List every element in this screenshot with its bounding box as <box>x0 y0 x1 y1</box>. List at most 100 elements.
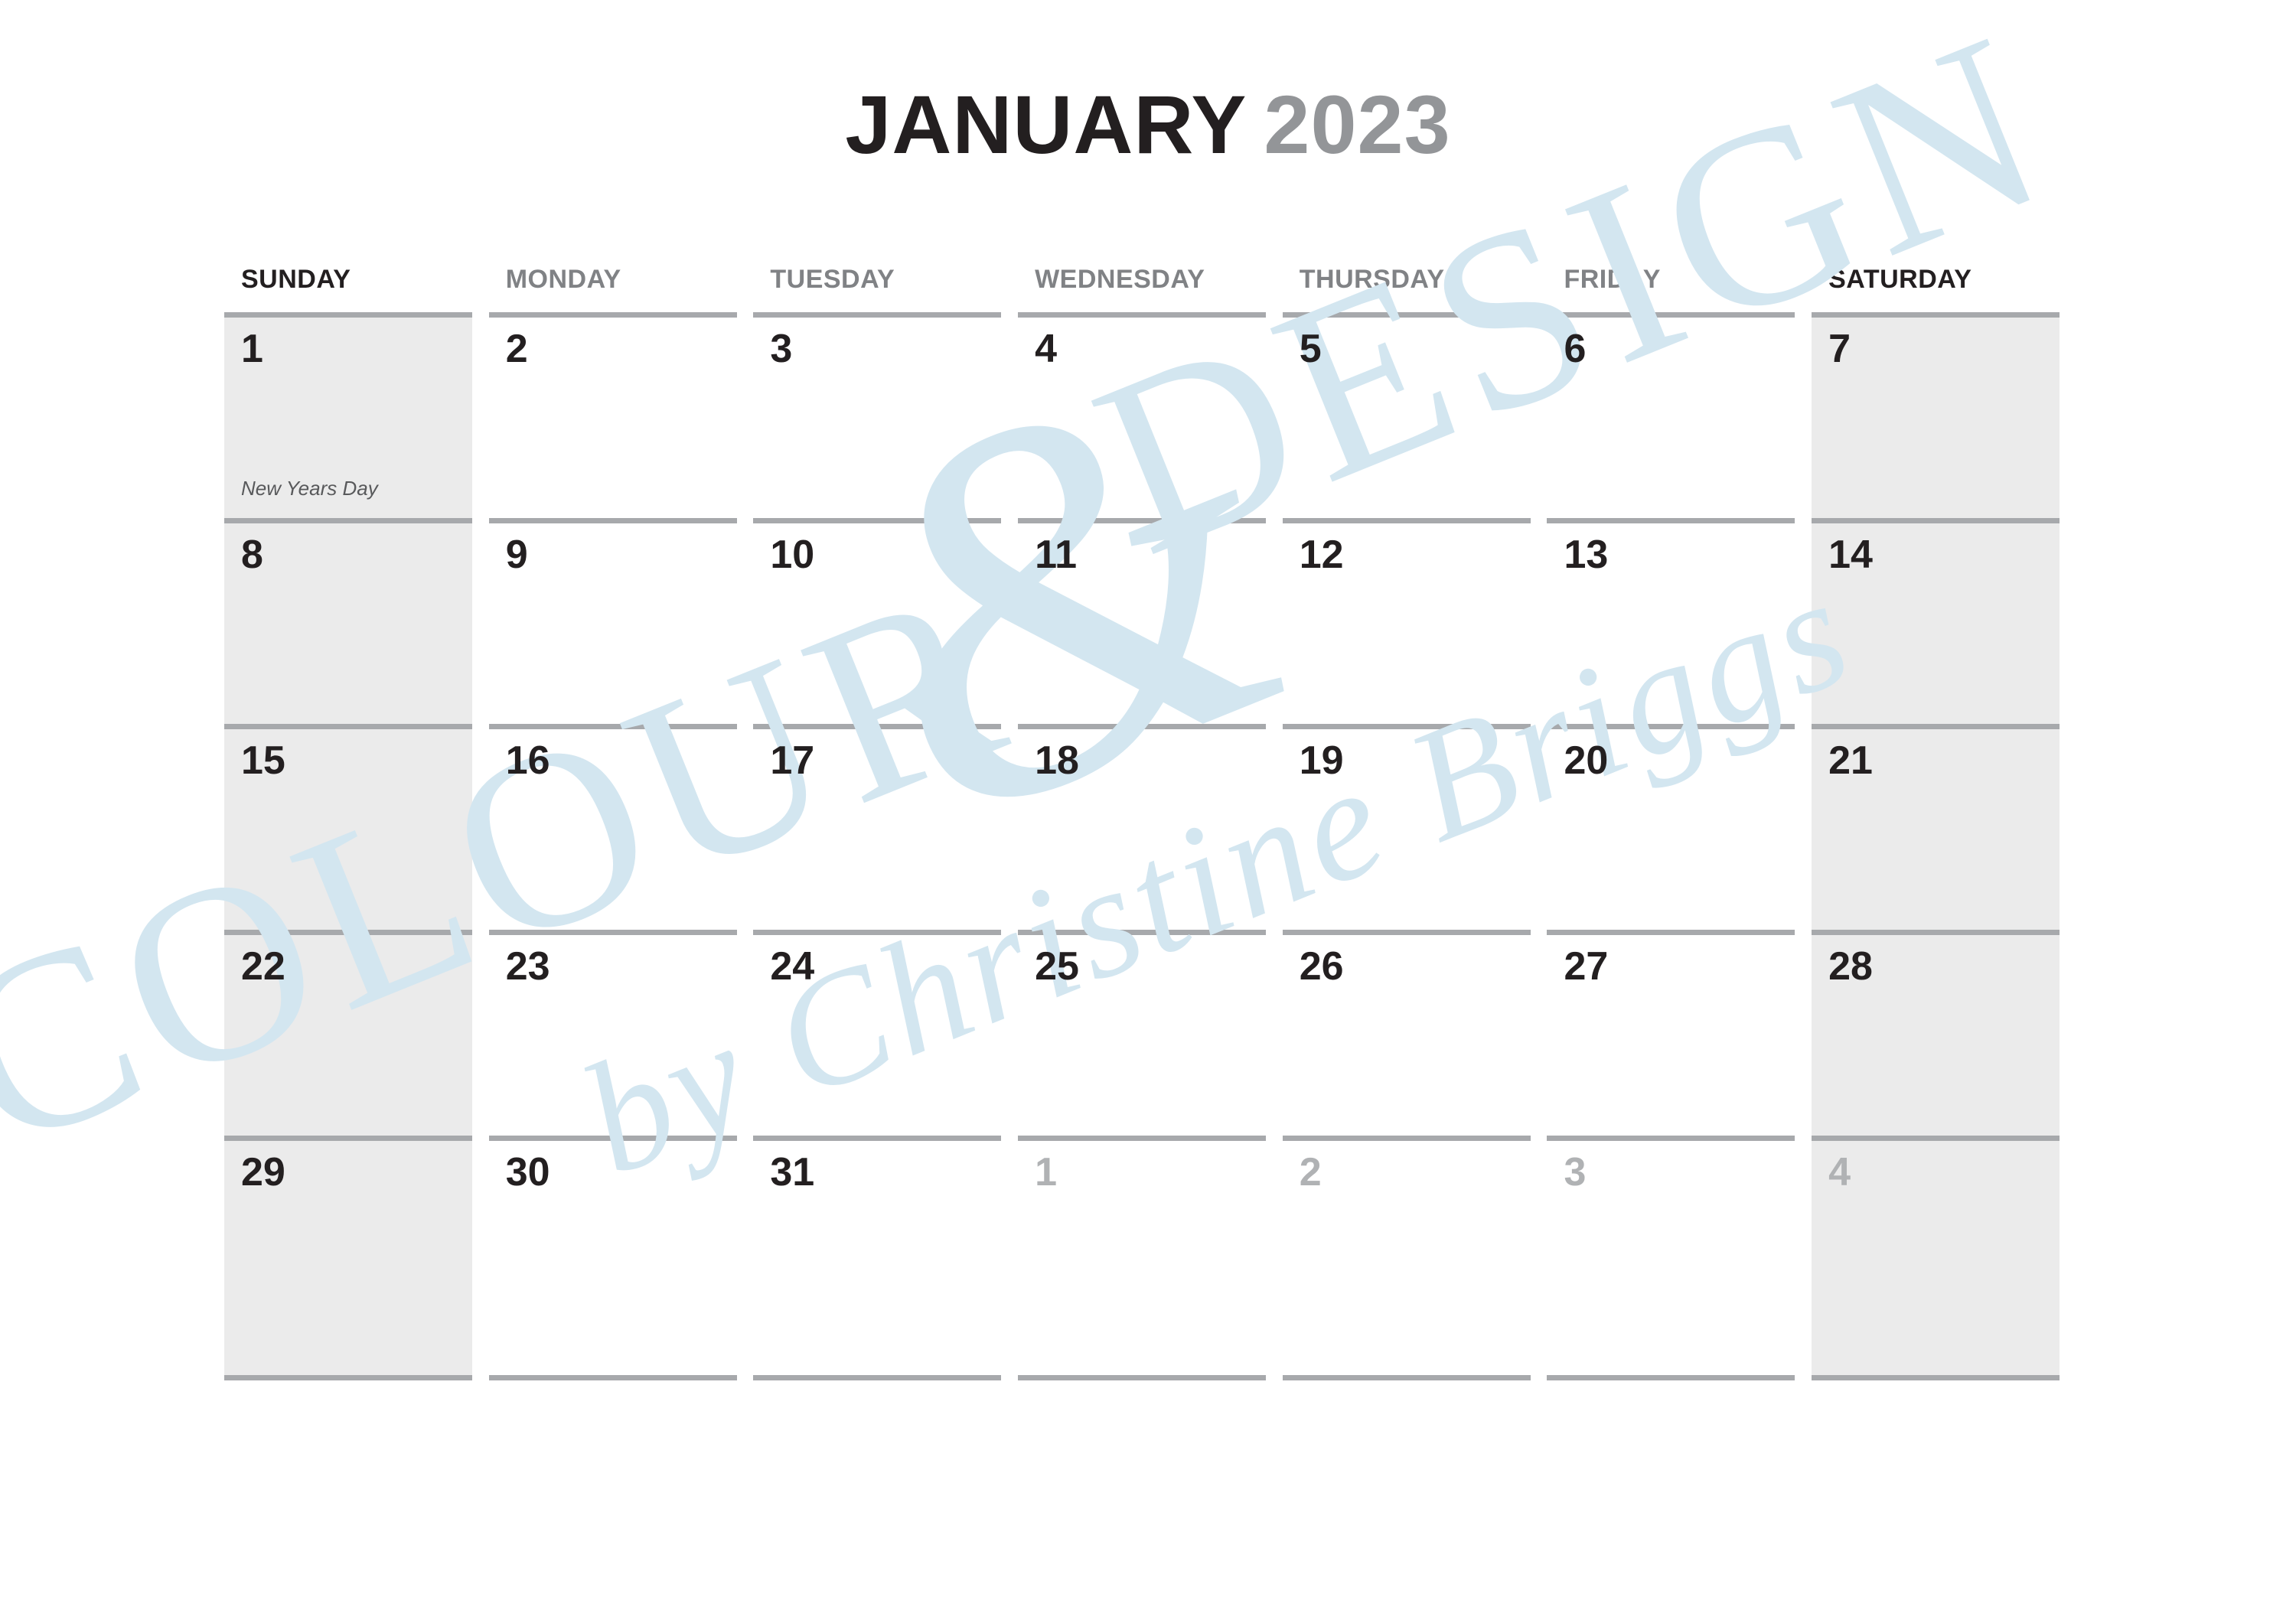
grid-bottom-rule-cell <box>1018 1375 1283 1380</box>
day-number: 7 <box>1828 327 1851 371</box>
day-cell[interactable]: 29 <box>224 1136 489 1380</box>
day-number: 14 <box>1828 533 1873 577</box>
day-cell-rule <box>1282 312 1531 318</box>
day-number: 3 <box>1564 1150 1587 1194</box>
day-number: 19 <box>1299 738 1344 783</box>
title-year: 2023 <box>1264 78 1451 171</box>
day-cell-rule <box>1547 724 1795 729</box>
day-cell[interactable]: 17 <box>753 724 1018 930</box>
day-cell[interactable]: 9 <box>488 518 754 724</box>
day-number: 21 <box>1828 738 1873 783</box>
day-cell[interactable]: 19 <box>1282 724 1548 930</box>
day-cell[interactable]: 10 <box>753 518 1018 724</box>
day-cell[interactable]: 1 New Years Day <box>224 312 489 523</box>
day-cell-rule <box>1282 930 1531 935</box>
day-cell[interactable]: 26 <box>1282 930 1548 1136</box>
day-cell[interactable]: 22 <box>224 930 489 1141</box>
day-number: 6 <box>1564 327 1587 371</box>
day-number: 5 <box>1299 327 1322 371</box>
day-cell[interactable]: 25 <box>1018 930 1283 1136</box>
weekday-header-thursday: THURSDAY <box>1299 265 1445 294</box>
day-cell[interactable]: 13 <box>1547 518 1812 724</box>
day-cell[interactable]: 30 <box>488 1136 754 1380</box>
day-cell[interactable]: 7 <box>1812 312 2076 523</box>
title-month: JANUARY <box>845 78 1247 171</box>
weekday-header-saturday: SATURDAY <box>1828 265 1972 294</box>
day-cell-rule <box>224 518 472 523</box>
day-cell[interactable]: 4 <box>1018 312 1283 518</box>
weekday-header-tuesday: TUESDAY <box>770 265 895 294</box>
day-cell-rule <box>1547 312 1795 318</box>
week-row: 1 New Years Day 2 3 4 5 6 7 <box>224 312 2076 523</box>
day-cell-rule <box>488 312 737 318</box>
day-number: 2 <box>505 327 528 371</box>
day-number: 2 <box>1299 1150 1322 1194</box>
day-number: 4 <box>1828 1150 1851 1194</box>
grid-bottom-rule <box>1018 1375 1267 1380</box>
day-cell-rule <box>1018 1136 1267 1141</box>
grid-bottom-rule <box>488 1375 737 1380</box>
day-cell[interactable]: 3 <box>753 312 1018 518</box>
day-cell[interactable]: 2 <box>488 312 754 518</box>
calendar-weeks: 1 New Years Day 2 3 4 5 6 7 8 9 10 11 12 13 14 15 16 17 18… <box>224 312 2076 1380</box>
calendar-page: JANUARY 2023 SUNDAY MONDAY TUESDAY WEDNESDAY… <box>0 0 2296 1623</box>
day-number: 13 <box>1564 533 1609 577</box>
day-cell[interactable]: 31 <box>753 1136 1018 1380</box>
day-cell-rule <box>1018 518 1267 523</box>
weekday-header-monday: MONDAY <box>505 265 621 294</box>
day-cell-rule <box>224 930 472 935</box>
day-cell[interactable]: 23 <box>488 930 754 1136</box>
day-cell[interactable]: 8 <box>224 518 489 729</box>
day-cell[interactable]: 27 <box>1547 930 1812 1136</box>
day-cell[interactable]: 2 <box>1282 1136 1548 1380</box>
day-number: 29 <box>241 1150 285 1194</box>
day-cell-rule <box>488 724 737 729</box>
day-number: 28 <box>1828 944 1873 989</box>
day-number: 16 <box>505 738 550 783</box>
day-cell-rule <box>488 930 737 935</box>
calendar-grid: SUNDAY MONDAY TUESDAY WEDNESDAY THURSDAY FRID… <box>224 260 2076 1381</box>
day-cell[interactable]: 14 <box>1812 518 2076 729</box>
day-cell[interactable]: 18 <box>1018 724 1283 930</box>
day-cell[interactable]: 21 <box>1812 724 2076 935</box>
day-cell[interactable]: 28 <box>1812 930 2076 1141</box>
day-number: 25 <box>1035 944 1079 989</box>
day-number: 20 <box>1564 738 1609 783</box>
week-row: 29 30 31 1 2 3 4 <box>224 1136 2076 1380</box>
day-cell[interactable]: 4 <box>1812 1136 2076 1380</box>
weekday-header-sunday: SUNDAY <box>241 265 351 294</box>
grid-bottom-rule-cell <box>1812 1375 2076 1380</box>
day-number: 15 <box>241 738 285 783</box>
week-row: 22 23 24 25 26 27 28 <box>224 930 2076 1141</box>
day-cell-rule <box>1018 724 1267 729</box>
weekday-header-row: SUNDAY MONDAY TUESDAY WEDNESDAY THURSDAY FRID… <box>224 260 2076 312</box>
day-cell[interactable]: 5 <box>1282 312 1548 518</box>
grid-bottom-rule <box>753 1375 1002 1380</box>
day-cell[interactable]: 11 <box>1018 518 1283 724</box>
day-cell[interactable]: 24 <box>753 930 1018 1136</box>
day-number: 1 <box>241 327 263 371</box>
day-cell[interactable]: 6 <box>1547 312 1812 518</box>
page-title: JANUARY 2023 <box>0 77 2296 172</box>
day-cell-rule <box>1018 312 1267 318</box>
day-cell-rule <box>1282 1136 1531 1141</box>
day-cell[interactable]: 3 <box>1547 1136 1812 1380</box>
day-number: 4 <box>1035 327 1057 371</box>
day-cell-rule <box>488 1136 737 1141</box>
day-cell[interactable]: 16 <box>488 724 754 930</box>
grid-bottom-rule <box>1282 1375 1531 1380</box>
day-cell-rule <box>753 1136 1002 1141</box>
grid-bottom-rule <box>224 1375 472 1380</box>
day-number: 8 <box>241 533 263 577</box>
day-cell[interactable]: 15 <box>224 724 489 935</box>
day-number: 31 <box>770 1150 815 1194</box>
grid-bottom-rule-cell <box>224 1375 489 1380</box>
day-cell[interactable]: 1 <box>1018 1136 1283 1380</box>
weekday-header-friday: FRIDAY <box>1564 265 1661 294</box>
day-cell[interactable]: 20 <box>1547 724 1812 930</box>
day-number: 10 <box>770 533 815 577</box>
week-row: 15 16 17 18 19 20 21 <box>224 724 2076 935</box>
day-cell-rule <box>753 724 1002 729</box>
grid-bottom-rule <box>1547 1375 1795 1380</box>
day-cell[interactable]: 12 <box>1282 518 1548 724</box>
